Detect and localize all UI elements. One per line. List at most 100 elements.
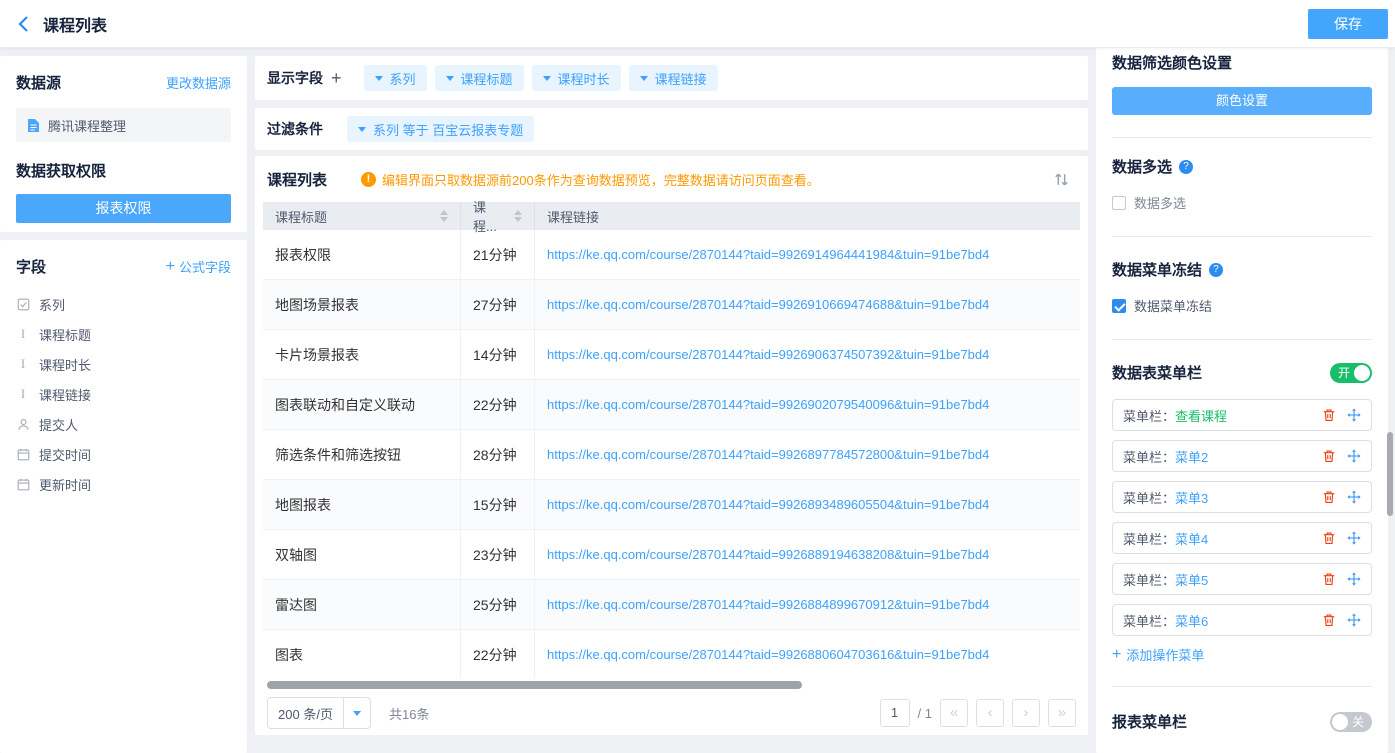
- cell-course-link[interactable]: https://ke.qq.com/course/2870144?taid=99…: [535, 330, 1080, 379]
- menu-item-2[interactable]: 菜单栏： 菜单2: [1112, 440, 1372, 472]
- move-icon[interactable]: [1347, 531, 1361, 545]
- table-notice-wrap: ! 编辑界面只取数据源前200条作为查询数据预览，完整数据请访问页面查看。: [361, 170, 820, 189]
- menu-item-5[interactable]: 菜单栏： 菜单5: [1112, 563, 1372, 595]
- cell-course-link[interactable]: https://ke.qq.com/course/2870144?taid=99…: [535, 430, 1080, 479]
- datasource-panel: 数据源 更改数据源 腾讯课程整理 数据获取权限 报表权限: [0, 56, 247, 232]
- report-permission-button[interactable]: 报表权限: [16, 194, 231, 223]
- table-row[interactable]: 地图报表 15分钟 https://ke.qq.com/course/28701…: [263, 480, 1080, 530]
- filter-chip[interactable]: 系列 等于 百宝云报表专题: [347, 116, 534, 142]
- checkbox-checked-icon[interactable]: [1112, 299, 1126, 313]
- menu-item-6[interactable]: 菜单栏： 菜单6: [1112, 604, 1372, 636]
- field-item-series[interactable]: 系列: [16, 289, 231, 319]
- prev-page-button[interactable]: ‹: [976, 699, 1004, 727]
- sort-carets-icon[interactable]: [514, 210, 522, 222]
- total-count: 共16条: [389, 704, 429, 723]
- trash-icon[interactable]: [1322, 490, 1336, 504]
- display-field-chip-series[interactable]: 系列: [364, 65, 427, 91]
- table-row[interactable]: 卡片场景报表 14分钟 https://ke.qq.com/course/287…: [263, 330, 1080, 380]
- page-number-input[interactable]: 1: [880, 699, 910, 727]
- cell-duration: 25分钟: [461, 580, 535, 629]
- display-field-chip-course-title[interactable]: 课程标题: [435, 65, 524, 91]
- back-icon[interactable]: [18, 15, 29, 33]
- field-item-update-time[interactable]: 更新时间: [16, 469, 231, 499]
- horizontal-scrollbar[interactable]: [267, 681, 802, 689]
- sort-order-icon[interactable]: [1053, 171, 1070, 188]
- cell-course-title: 地图报表: [263, 480, 461, 529]
- divider: [1112, 339, 1372, 340]
- cell-course-title: 筛选条件和筛选按钮: [263, 430, 461, 479]
- table-row[interactable]: 图表 22分钟 https://ke.qq.com/course/2870144…: [263, 630, 1080, 678]
- menu-item-4[interactable]: 菜单栏： 菜单4: [1112, 522, 1372, 554]
- add-formula-field-link[interactable]: + 公式字段: [166, 257, 231, 276]
- cell-course-link[interactable]: https://ke.qq.com/course/2870144?taid=99…: [535, 230, 1080, 279]
- table-row[interactable]: 图表联动和自定义联动 22分钟 https://ke.qq.com/course…: [263, 380, 1080, 430]
- first-page-button[interactable]: «: [940, 699, 968, 727]
- table-menu-toggle-on[interactable]: 开: [1330, 363, 1372, 383]
- page-size-select[interactable]: 200 条/页: [267, 697, 371, 729]
- cell-duration: 22分钟: [461, 630, 535, 678]
- field-item-submitter[interactable]: 提交人: [16, 409, 231, 439]
- table-header-row: 课程标题 课程... 课程链接: [263, 202, 1080, 230]
- table-row[interactable]: 雷达图 25分钟 https://ke.qq.com/course/287014…: [263, 580, 1080, 630]
- sort-carets-icon[interactable]: [440, 210, 448, 222]
- field-item-course-duration[interactable]: I 课程时长: [16, 349, 231, 379]
- cell-course-link[interactable]: https://ke.qq.com/course/2870144?taid=99…: [535, 530, 1080, 579]
- help-icon[interactable]: ?: [1179, 160, 1193, 174]
- field-label: 课程标题: [39, 325, 91, 344]
- field-item-submit-time[interactable]: 提交时间: [16, 439, 231, 469]
- field-label: 更新时间: [39, 475, 91, 494]
- chevron-down-icon: [375, 76, 383, 81]
- text-field-icon: I: [16, 356, 30, 372]
- display-field-chip-course-duration[interactable]: 课程时长: [532, 65, 621, 91]
- table-row[interactable]: 地图场景报表 27分钟 https://ke.qq.com/course/287…: [263, 280, 1080, 330]
- move-icon[interactable]: [1347, 449, 1361, 463]
- vertical-scrollbar[interactable]: [1387, 432, 1393, 516]
- multi-select-checkbox-row[interactable]: 数据多选: [1112, 193, 1372, 212]
- checkbox-unchecked-icon[interactable]: [1112, 196, 1126, 210]
- field-item-course-title[interactable]: I 课程标题: [16, 319, 231, 349]
- display-field-chips: 系列 课程标题 课程时长 课程链接: [364, 65, 718, 91]
- cell-course-link[interactable]: https://ke.qq.com/course/2870144?taid=99…: [535, 630, 1080, 678]
- datasource-item[interactable]: 腾讯课程整理: [16, 108, 231, 142]
- horizontal-scrollbar-track: [263, 681, 1080, 689]
- trash-icon[interactable]: [1322, 449, 1336, 463]
- chip-label: 课程时长: [558, 69, 610, 88]
- last-page-button[interactable]: »: [1048, 699, 1076, 727]
- cell-course-link[interactable]: https://ke.qq.com/course/2870144?taid=99…: [535, 480, 1080, 529]
- cell-course-link[interactable]: https://ke.qq.com/course/2870144?taid=99…: [535, 280, 1080, 329]
- trash-icon[interactable]: [1322, 572, 1336, 586]
- cell-course-title: 图表联动和自定义联动: [263, 380, 461, 429]
- cell-course-title: 双轴图: [263, 530, 461, 579]
- table-row[interactable]: 报表权限 21分钟 https://ke.qq.com/course/28701…: [263, 230, 1080, 280]
- move-icon[interactable]: [1347, 408, 1361, 422]
- cell-course-link[interactable]: https://ke.qq.com/course/2870144?taid=99…: [535, 380, 1080, 429]
- next-page-button[interactable]: ›: [1012, 699, 1040, 727]
- menu-item-3[interactable]: 菜单栏： 菜单3: [1112, 481, 1372, 513]
- table-row[interactable]: 筛选条件和筛选按钮 28分钟 https://ke.qq.com/course/…: [263, 430, 1080, 480]
- trash-icon[interactable]: [1322, 613, 1336, 627]
- move-icon[interactable]: [1347, 613, 1361, 627]
- trash-icon[interactable]: [1322, 408, 1336, 422]
- move-icon[interactable]: [1347, 490, 1361, 504]
- menu-name: 菜单2: [1175, 447, 1208, 466]
- page-total: / 1: [918, 706, 932, 721]
- report-menu-toggle-off[interactable]: 关: [1330, 712, 1372, 732]
- move-icon[interactable]: [1347, 572, 1361, 586]
- settings-panel: 数据筛选颜色设置 颜色设置 数据多选 ? 数据多选 数据菜单冻结 ? 数据菜单冻…: [1096, 48, 1388, 753]
- change-datasource-link[interactable]: 更改数据源: [166, 73, 231, 92]
- save-button[interactable]: 保存: [1308, 9, 1388, 39]
- table-row[interactable]: 双轴图 23分钟 https://ke.qq.com/course/287014…: [263, 530, 1080, 580]
- field-label: 课程时长: [39, 355, 91, 374]
- cell-course-link[interactable]: https://ke.qq.com/course/2870144?taid=99…: [535, 580, 1080, 629]
- help-icon[interactable]: ?: [1209, 263, 1223, 277]
- add-display-field-button[interactable]: +: [331, 69, 342, 87]
- top-header: 课程列表 保存: [0, 0, 1395, 48]
- menu-item-1[interactable]: 菜单栏： 查看课程: [1112, 399, 1372, 431]
- add-action-menu-link[interactable]: + 添加操作菜单: [1112, 645, 1372, 664]
- color-settings-button[interactable]: 颜色设置: [1112, 87, 1372, 115]
- trash-icon[interactable]: [1322, 531, 1336, 545]
- menu-freeze-checkbox-row[interactable]: 数据菜单冻结: [1112, 296, 1372, 315]
- chip-label: 系列 等于 百宝云报表专题: [373, 120, 523, 139]
- display-field-chip-course-link[interactable]: 课程链接: [629, 65, 718, 91]
- field-item-course-link[interactable]: I 课程链接: [16, 379, 231, 409]
